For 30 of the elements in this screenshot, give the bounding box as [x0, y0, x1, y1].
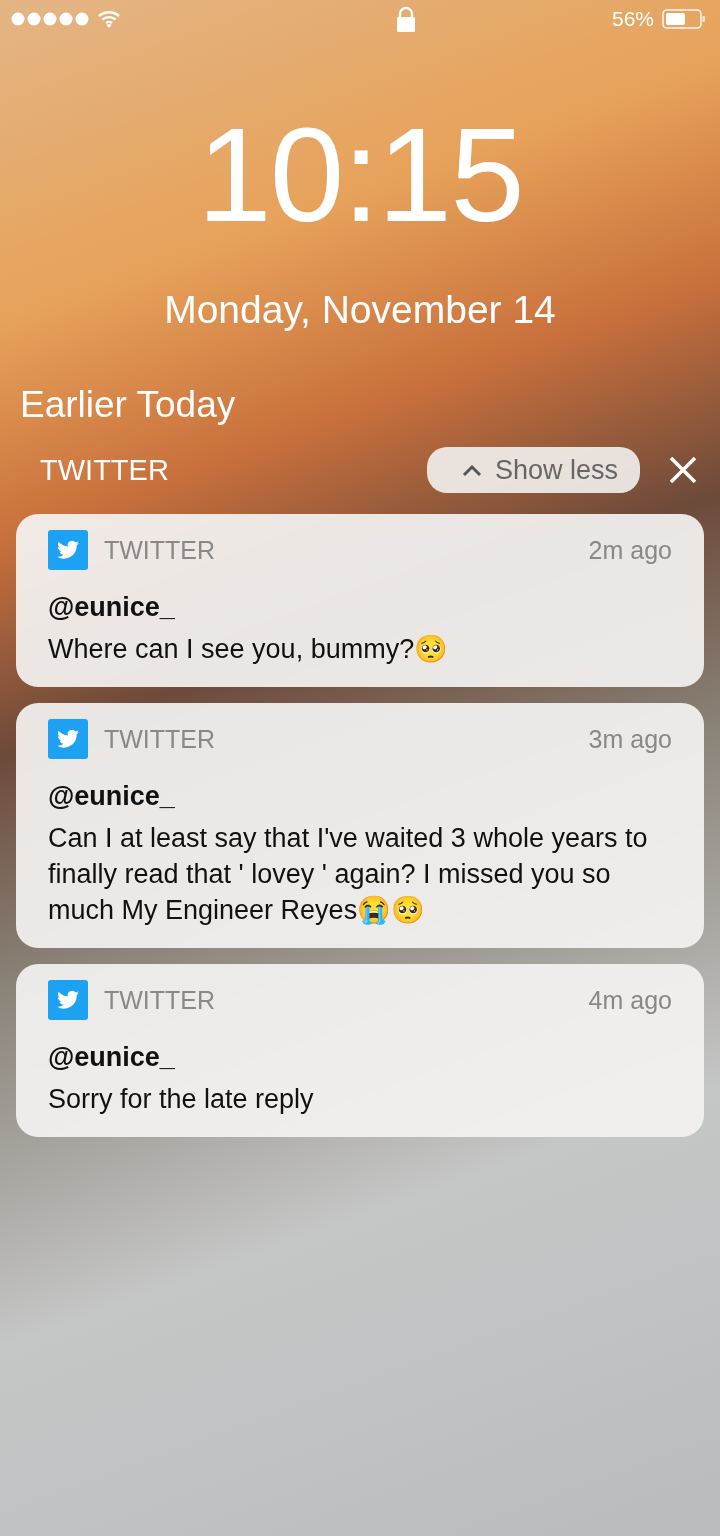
close-button[interactable]: [668, 455, 698, 485]
notification-time: 3m ago: [588, 724, 672, 754]
section-title: Earlier Today: [20, 384, 237, 426]
group-app-name: TWITTER: [40, 453, 169, 487]
sender-handle: @eunice_: [48, 781, 176, 812]
bird-app-icon: [48, 719, 88, 759]
bird-app-icon: [48, 530, 88, 570]
clock-date: Monday, November 14: [163, 288, 557, 332]
notification-card[interactable]: TWITTER 4m ago @eunice_ Sorry for the late reply: [16, 964, 704, 1137]
message-text: Where can I see you, bummy?🥺: [48, 633, 450, 666]
notification-time: 2m ago: [588, 535, 672, 565]
wifi-icon: [97, 10, 121, 28]
chevron-up-icon: [460, 463, 483, 477]
battery-icon: [662, 9, 706, 29]
clock-time: 10:15: [196, 100, 524, 250]
app-name: TWITTER: [104, 985, 216, 1015]
signal-dots-icon: [11, 12, 89, 26]
message-text: Sorry for the late reply: [48, 1083, 315, 1116]
battery-percentage: 56%: [611, 7, 654, 31]
notification-time: 4m ago: [588, 985, 672, 1015]
lock-icon: [396, 6, 417, 32]
sender-handle: @eunice_: [48, 592, 176, 623]
message-text: Can I at least say that I've waited 3 whole years to finally read that ' lovey ' again? I missed you so much My Engineer Reyes😭🥺: [48, 822, 649, 927]
bird-app-icon: [48, 980, 88, 1020]
app-name: TWITTER: [104, 724, 216, 754]
notification-card[interactable]: TWITTER 3m ago @eunice_ Can I at least say that I've waited 3 whole years to finally read that ' lovey ' again? I missed you so much My Engineer Reyes😭🥺: [16, 703, 704, 948]
notification-card[interactable]: TWITTER 2m ago @eunice_ Where can I see you, bummy?🥺: [16, 514, 704, 687]
show-less-button[interactable]: Show less: [426, 447, 640, 493]
app-name: TWITTER: [104, 535, 216, 565]
sender-handle: @eunice_: [48, 1042, 176, 1073]
